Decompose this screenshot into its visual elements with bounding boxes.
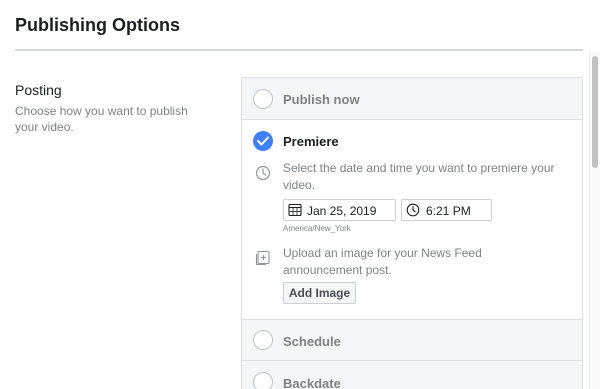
- scrollbar[interactable]: [589, 52, 600, 389]
- premiere-label: Premiere: [283, 134, 339, 149]
- time-clock-icon: [406, 203, 420, 222]
- premiere-time-input[interactable]: 6:21 PM: [401, 199, 492, 221]
- scrollbar-thumb[interactable]: [592, 56, 598, 168]
- checkmark-icon[interactable]: [253, 131, 273, 151]
- backdate-label: Backdate: [283, 376, 341, 389]
- image-upload-icon: [255, 250, 271, 271]
- premiere-time-value: 6:21 PM: [426, 204, 471, 218]
- page-title: Publishing Options: [15, 15, 180, 35]
- option-premiere: Premiere Select the date and time you wa…: [242, 120, 582, 320]
- publish-now-label: Publish now: [283, 92, 360, 107]
- clock-icon: [255, 165, 271, 186]
- upload-image-description: Upload an image for your News Feed annou…: [283, 246, 482, 277]
- schedule-label: Schedule: [283, 334, 341, 349]
- schedule-radio[interactable]: [253, 330, 273, 350]
- calendar-icon: [288, 203, 302, 222]
- add-image-button[interactable]: Add Image: [283, 282, 356, 304]
- premiere-date-description: Select the date and time you want to pre…: [283, 161, 555, 192]
- publish-now-radio[interactable]: [253, 89, 273, 109]
- option-schedule[interactable]: Schedule: [242, 320, 582, 361]
- page-header: Publishing Options: [0, 0, 590, 52]
- posting-description: Choose how you want to publish your vide…: [15, 104, 188, 134]
- premiere-date-input[interactable]: Jan 25, 2019: [283, 199, 396, 221]
- backdate-radio[interactable]: [253, 372, 273, 389]
- option-publish-now[interactable]: Publish now: [242, 78, 582, 120]
- posting-label: Posting: [15, 82, 62, 98]
- option-backdate[interactable]: Backdate: [242, 361, 582, 389]
- premiere-date-value: Jan 25, 2019: [307, 204, 377, 218]
- header-divider: [15, 49, 583, 51]
- publishing-options-panel: Publish now Premiere Select the date and…: [241, 77, 583, 389]
- timezone-label: America/New_York: [283, 224, 351, 233]
